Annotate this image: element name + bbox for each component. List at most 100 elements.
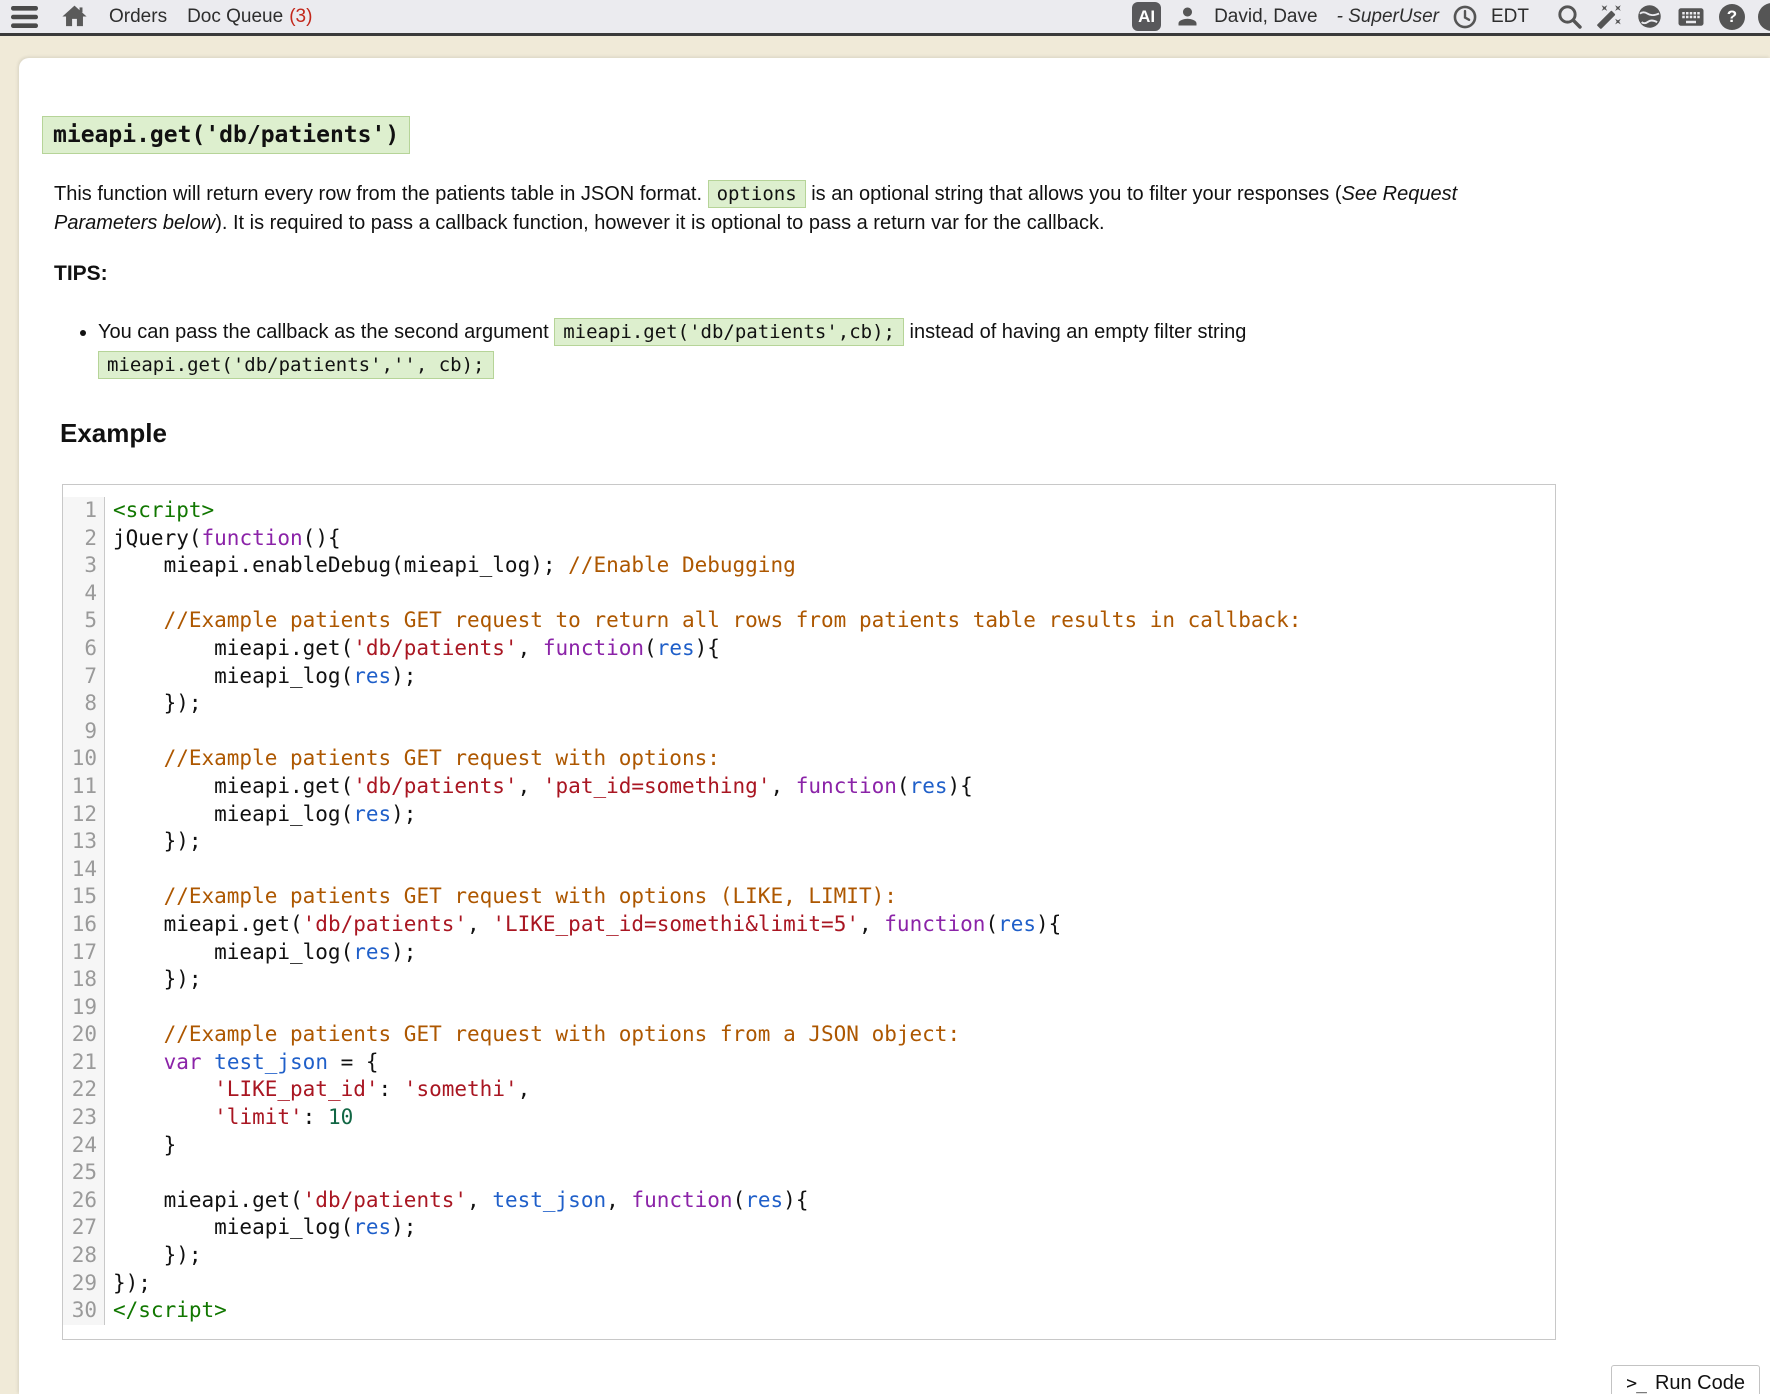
user-icon xyxy=(1174,3,1201,30)
partial-icon xyxy=(1758,3,1770,31)
line-number: 8 xyxy=(63,690,105,718)
run-row: >_ Run Code xyxy=(42,1365,1770,1394)
line-number: 9 xyxy=(63,718,105,746)
code-text: }); xyxy=(105,1242,202,1270)
content-panel: mieapi.get('db/patients') This function … xyxy=(19,58,1770,1394)
doc-queue-label: Doc Queue xyxy=(187,6,283,27)
keyboard-icon[interactable] xyxy=(1676,2,1706,32)
ai-badge[interactable]: AI xyxy=(1132,2,1161,31)
code-text: mieapi_log(res); xyxy=(105,939,416,967)
code-text: }); xyxy=(105,966,202,994)
run-code-button[interactable]: >_ Run Code xyxy=(1611,1365,1760,1394)
line-number: 6 xyxy=(63,635,105,663)
doc-queue-count: (3) xyxy=(289,6,312,27)
line-number: 22 xyxy=(63,1076,105,1104)
code-text: mieapi.enableDebug(mieapi_log); //Enable… xyxy=(105,552,796,580)
clock-icon[interactable] xyxy=(1452,4,1478,30)
code-line: 8 }); xyxy=(63,690,1555,718)
topbar: Orders Doc Queue (3) AI David, Dave - Sup… xyxy=(0,0,1770,36)
text-segment: instead of having an empty filter string xyxy=(904,321,1246,343)
code-text: }); xyxy=(105,828,202,856)
code-text: var test_json = { xyxy=(105,1049,379,1077)
doc-content: mieapi.get('db/patients') This function … xyxy=(42,113,1562,1340)
home-icon[interactable] xyxy=(60,2,89,31)
code-line: 25 xyxy=(63,1159,1555,1187)
code-text xyxy=(105,856,113,884)
code-line: 9 xyxy=(63,718,1555,746)
line-number: 29 xyxy=(63,1270,105,1298)
code-line: 4 xyxy=(63,580,1555,608)
tips-list: You can pass the callback as the second … xyxy=(54,316,1558,382)
inline-code: mieapi.get('db/patients',cb); xyxy=(554,318,904,346)
line-number: 13 xyxy=(63,828,105,856)
code-line: 20 //Example patients GET request with o… xyxy=(63,1021,1555,1049)
code-text: mieapi_log(res); xyxy=(105,1214,416,1242)
code-editor[interactable]: 1<script>2jQuery(function(){3 mieapi.ena… xyxy=(62,484,1556,1340)
help-icon[interactable]: ? xyxy=(1719,4,1745,30)
line-number: 10 xyxy=(63,745,105,773)
hamburger-menu-icon[interactable] xyxy=(10,4,40,30)
code-text: }); xyxy=(105,690,202,718)
page-title: mieapi.get('db/patients') xyxy=(42,113,1562,154)
code-line: 14 xyxy=(63,856,1555,884)
wand-icon[interactable] xyxy=(1596,3,1623,30)
user-role: - SuperUser xyxy=(1337,6,1439,28)
code-line: 28 }); xyxy=(63,1242,1555,1270)
code-line: 29}); xyxy=(63,1270,1555,1298)
code-text: mieapi_log(res); xyxy=(105,663,416,691)
nav-orders[interactable]: Orders xyxy=(109,6,167,28)
line-number: 7 xyxy=(63,663,105,691)
code-text: //Example patients GET request with opti… xyxy=(105,883,897,911)
code-line: 13 }); xyxy=(63,828,1555,856)
line-number: 16 xyxy=(63,911,105,939)
code-line: 5 //Example patients GET request to retu… xyxy=(63,607,1555,635)
line-number: 23 xyxy=(63,1104,105,1132)
code-text: mieapi.get('db/patients', function(res){ xyxy=(105,635,720,663)
tip-item: You can pass the callback as the second … xyxy=(98,316,1558,382)
line-number: 1 xyxy=(63,497,105,525)
code-text: } xyxy=(105,1132,176,1160)
text-segment: ). It is required to pass a callback fun… xyxy=(215,212,1104,234)
nav-doc-queue[interactable]: Doc Queue (3) xyxy=(187,6,312,28)
code-line: 23 'limit': 10 xyxy=(63,1104,1555,1132)
code-line: 7 mieapi_log(res); xyxy=(63,663,1555,691)
code-text: mieapi_log(res); xyxy=(105,801,416,829)
globe-icon[interactable] xyxy=(1636,3,1663,30)
topbar-left: Orders Doc Queue (3) xyxy=(10,0,312,33)
code-line: 17 mieapi_log(res); xyxy=(63,939,1555,967)
inline-code: options xyxy=(708,180,806,208)
line-number: 19 xyxy=(63,994,105,1022)
text-segment: You can pass the callback as the second … xyxy=(98,321,554,343)
line-number: 25 xyxy=(63,1159,105,1187)
code-line: 27 mieapi_log(res); xyxy=(63,1214,1555,1242)
line-number: 2 xyxy=(63,525,105,553)
terminal-prompt-icon: >_ xyxy=(1626,1373,1646,1394)
code-text: jQuery(function(){ xyxy=(105,525,341,553)
code-line: 18 }); xyxy=(63,966,1555,994)
code-line: 30</script> xyxy=(63,1297,1555,1325)
tips-heading: TIPS: xyxy=(54,262,1562,286)
code-text xyxy=(105,1159,113,1187)
code-line: 19 xyxy=(63,994,1555,1022)
code-text: mieapi.get('db/patients', test_json, fun… xyxy=(105,1187,808,1215)
code-text: mieapi.get('db/patients', 'pat_id=someth… xyxy=(105,773,973,801)
topbar-right: AI David, Dave - SuperUser EDT ? xyxy=(1132,0,1770,33)
code-text: mieapi.get('db/patients', 'LIKE_pat_id=s… xyxy=(105,911,1061,939)
line-number: 11 xyxy=(63,773,105,801)
code-text xyxy=(105,718,113,746)
search-icon[interactable] xyxy=(1556,3,1583,30)
api-function-title: mieapi.get('db/patients') xyxy=(42,116,410,154)
code-text xyxy=(105,580,113,608)
user-name[interactable]: David, Dave xyxy=(1214,6,1318,28)
code-line: 12 mieapi_log(res); xyxy=(63,801,1555,829)
text-segment: This function will return every row from… xyxy=(54,183,708,205)
code-text: 'limit': 10 xyxy=(105,1104,353,1132)
code-line: 3 mieapi.enableDebug(mieapi_log); //Enab… xyxy=(63,552,1555,580)
code-line: 2jQuery(function(){ xyxy=(63,525,1555,553)
line-number: 30 xyxy=(63,1297,105,1325)
line-number: 14 xyxy=(63,856,105,884)
run-code-label: Run Code xyxy=(1655,1372,1745,1394)
code-line: 26 mieapi.get('db/patients', test_json, … xyxy=(63,1187,1555,1215)
line-number: 4 xyxy=(63,580,105,608)
line-number: 15 xyxy=(63,883,105,911)
